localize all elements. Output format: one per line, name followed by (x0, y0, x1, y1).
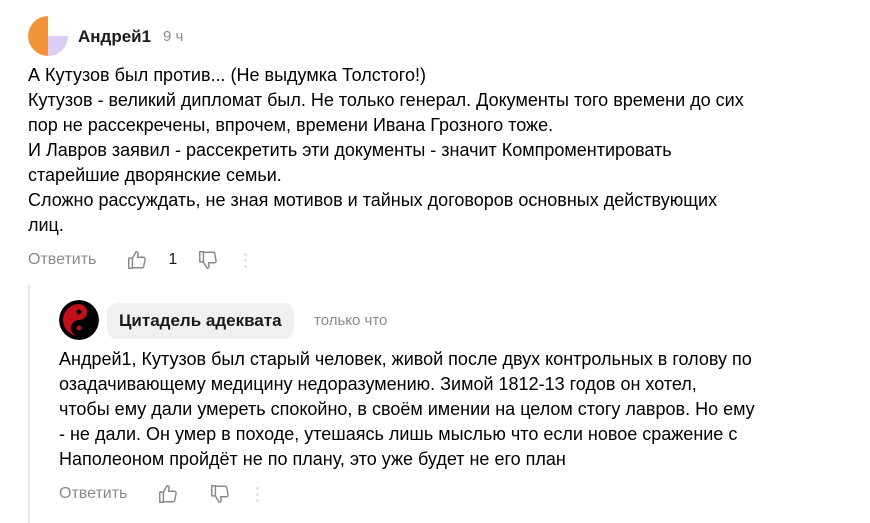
comment-actions: Ответить (59, 482, 260, 506)
comment-actions: Ответить 1 (28, 248, 248, 272)
comment-text-line: Наполеоном пройдёт не по плану, это уже … (59, 449, 566, 469)
thumbs-up-icon[interactable] (126, 249, 148, 271)
comment-text-line: И Лавров заявил - рассекретить эти докум… (28, 140, 672, 160)
comment-text: А Кутузов был против... (Не выдумка Толс… (28, 63, 818, 238)
like-count: 1 (168, 251, 178, 268)
avatar[interactable] (28, 16, 68, 56)
avatar[interactable] (59, 300, 99, 340)
thumbs-down-icon[interactable] (197, 249, 219, 271)
comment-text-line: пор не рассекречены, впрочем, времени Ив… (28, 115, 554, 135)
thumbs-up-icon[interactable] (157, 483, 179, 505)
comment-text: Андрей1, Кутузов был старый человек, жив… (59, 347, 849, 472)
comment-text-line: лиц. (28, 215, 64, 235)
comment-text-line: Андрей1, Кутузов был старый человек, жив… (59, 349, 752, 369)
comment-time: только что (314, 312, 388, 329)
comment-text-line: - не дали. Он умер в походе, утешаясь ли… (59, 424, 738, 444)
author-name[interactable]: Андрей1 (78, 27, 151, 47)
thumbs-down-icon[interactable] (209, 483, 231, 505)
comment-text-line: старейшие дворянские семьи. (28, 165, 282, 185)
comment-text-line: чтобы ему дали умереть спокойно, в своём… (59, 399, 755, 419)
more-options-icon[interactable] (244, 252, 248, 268)
comment-text-line: А Кутузов был против... (Не выдумка Толс… (28, 65, 426, 85)
author-name[interactable]: Цитадель адеквата (107, 303, 294, 339)
reply-button[interactable]: Ответить (59, 485, 127, 503)
comment-text-line: озадачивающему медицину недоразумению. З… (59, 374, 697, 394)
comment-text-line: Кутузов - великий дипломат был. Не тольк… (28, 90, 744, 110)
thread-line (28, 285, 30, 523)
comment-text-line: Сложно рассуждать, не зная мотивов и тай… (28, 190, 718, 210)
more-options-icon[interactable] (256, 486, 260, 502)
comment-time: 9 ч (163, 28, 184, 45)
reply-button[interactable]: Ответить (28, 251, 96, 269)
